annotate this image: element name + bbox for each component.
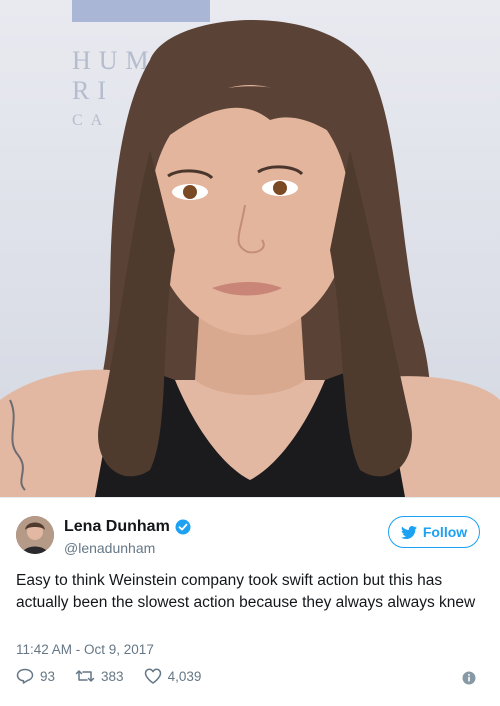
reply-icon [16, 668, 34, 684]
retweet-icon [75, 670, 95, 682]
author-name-row: Lena Dunham [64, 518, 191, 536]
info-icon[interactable] [462, 671, 476, 685]
retweet-count: 383 [101, 668, 124, 684]
like-count: 4,039 [167, 668, 202, 684]
twitter-bird-icon [400, 525, 417, 539]
heart-icon [144, 668, 161, 684]
reply-count: 93 [40, 668, 56, 684]
tweet-timestamp[interactable]: 11:42 AM - Oct 9, 2017 [16, 642, 154, 657]
author-handle[interactable]: @lenadunham [64, 540, 155, 556]
avatar-image [16, 516, 54, 554]
tweet-text: Easy to think Weinstein company took swi… [16, 572, 476, 611]
follow-label: Follow [422, 524, 468, 540]
retweet-action[interactable]: 383 [75, 668, 124, 684]
follow-button[interactable]: Follow [388, 516, 480, 548]
like-action[interactable]: 4,039 [144, 668, 202, 684]
avatar[interactable] [16, 516, 54, 554]
reply-action[interactable]: 93 [16, 668, 55, 684]
tweet-actions: 93 383 4,039 [16, 668, 221, 684]
portrait-illustration [0, 20, 500, 497]
tweet-card: Lena Dunham @lenadunham Follow Easy to t… [0, 497, 500, 706]
verified-badge-icon [175, 519, 191, 535]
author-display-name[interactable]: Lena Dunham [64, 518, 170, 536]
tweet-photo: HUM RI CA [0, 0, 500, 497]
